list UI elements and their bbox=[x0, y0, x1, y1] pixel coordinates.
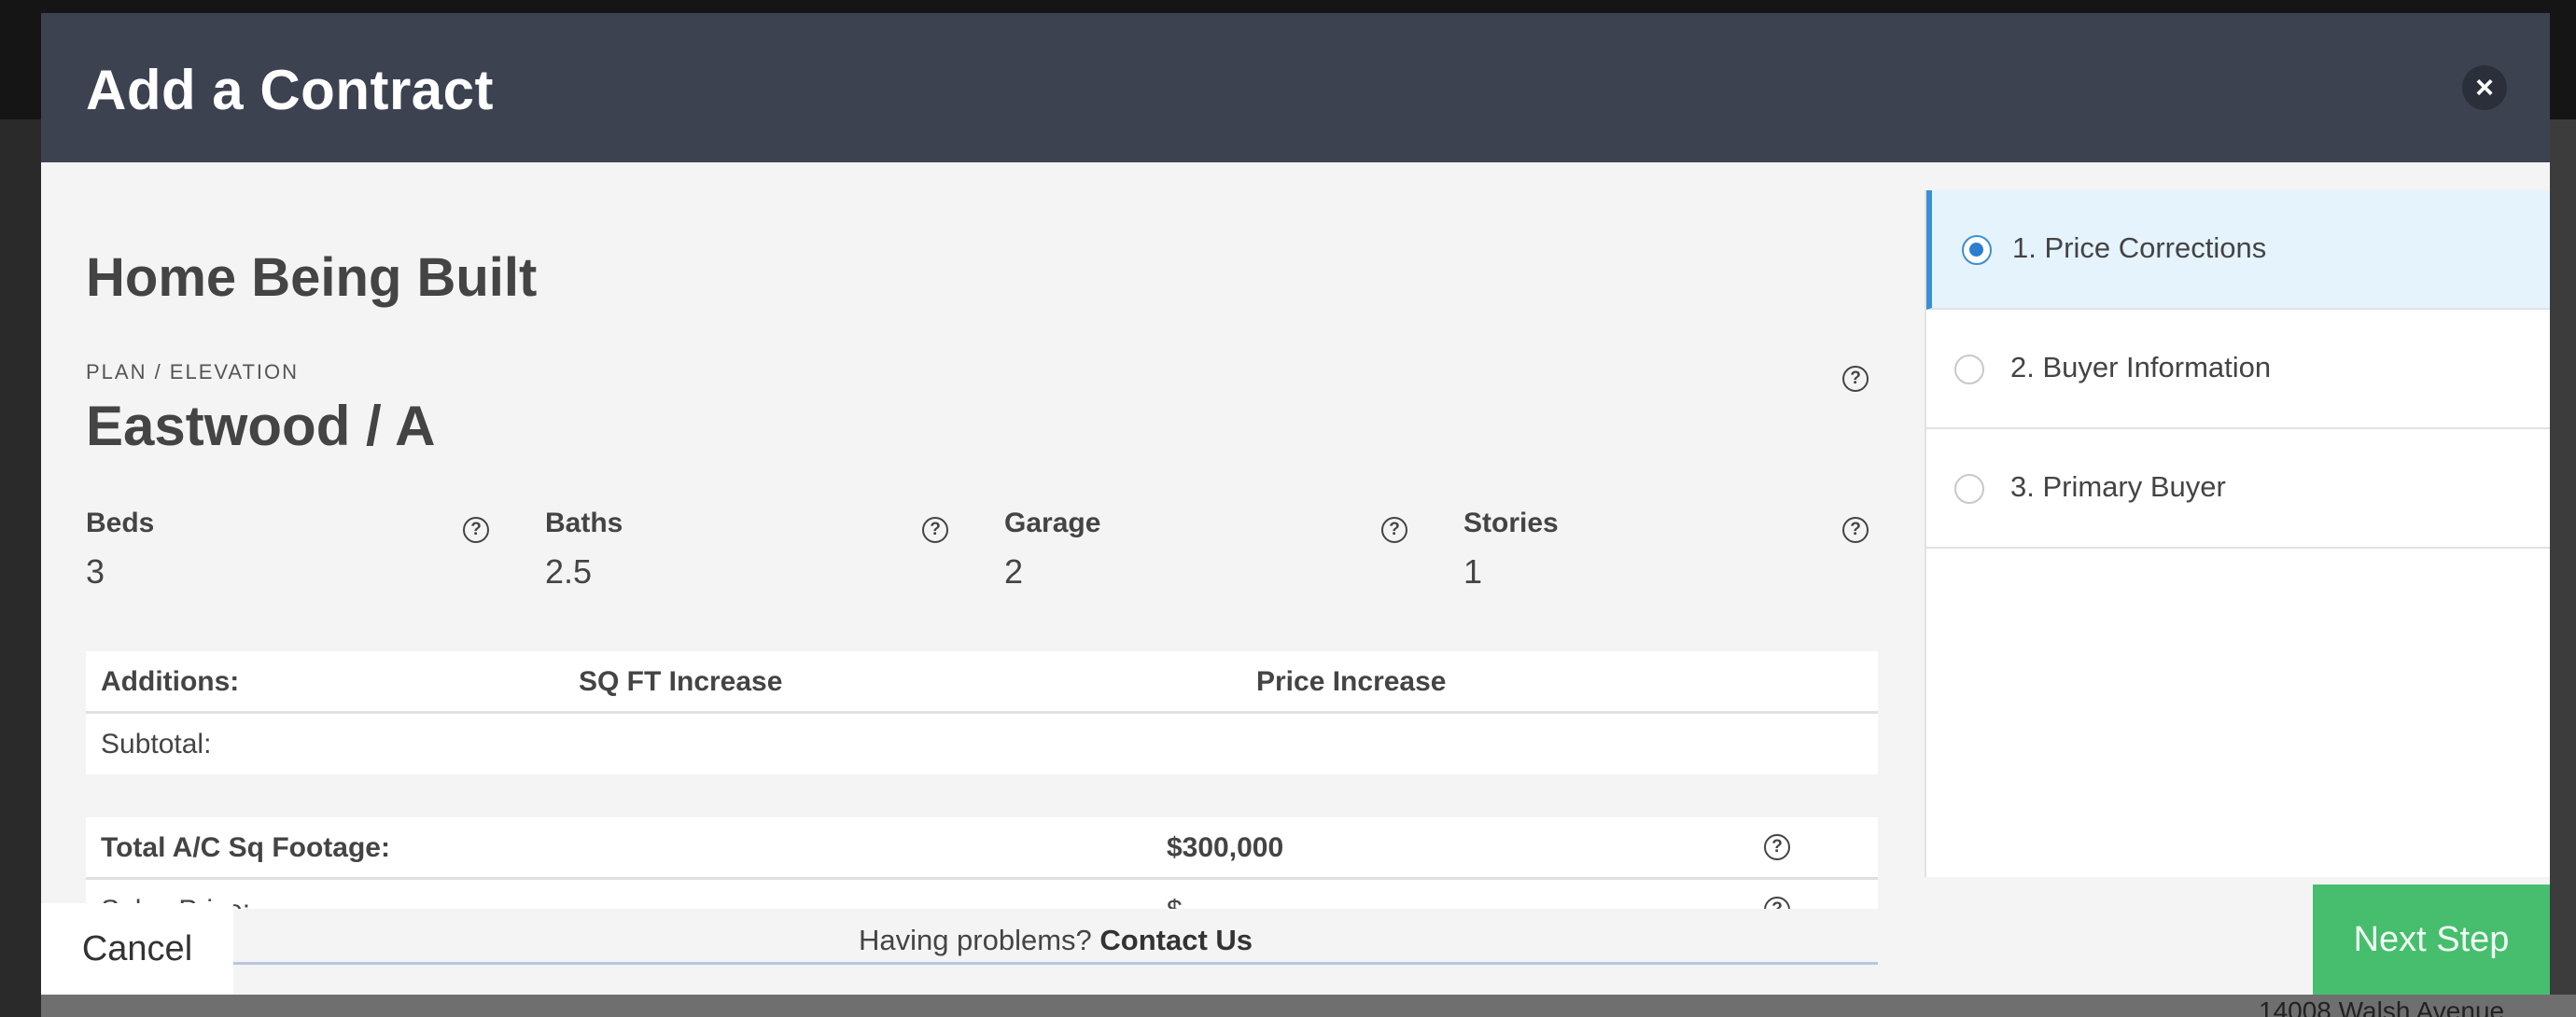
modal-footer: Cancel Having problems? Contact Us Next … bbox=[41, 885, 2550, 995]
spec-label: Garage bbox=[1004, 508, 1101, 538]
modal-header: Add a Contract × bbox=[41, 13, 2550, 162]
additions-table: Additions: SQ FT Increase Price Increase… bbox=[86, 651, 1878, 774]
plan-elevation-value: Eastwood / A bbox=[86, 395, 436, 457]
spec-value: 1 bbox=[1463, 552, 1483, 591]
spec-label: Stories bbox=[1463, 508, 1559, 538]
add-contract-modal: Add a Contract × Home Being Built PLAN /… bbox=[41, 13, 2550, 995]
plan-elevation-label: PLAN / ELEVATION bbox=[86, 360, 300, 383]
step-price-corrections[interactable]: 1. Price Corrections bbox=[1926, 190, 2550, 310]
background-right-panel bbox=[2550, 119, 2576, 1017]
section-title: Home Being Built bbox=[86, 247, 538, 308]
help-icon[interactable]: ? bbox=[1842, 366, 1869, 392]
contract-form: Home Being Built PLAN / ELEVATION ? East… bbox=[41, 162, 1923, 909]
next-step-button[interactable]: Next Step bbox=[2313, 885, 2550, 995]
spec-value: 2.5 bbox=[545, 552, 593, 591]
table-row: Subtotal: bbox=[86, 714, 1878, 773]
subtotal-label: Subtotal: bbox=[101, 729, 212, 759]
background-address: 14008 Walsh Avenue bbox=[2259, 996, 2505, 1017]
step-label: 1. Price Corrections bbox=[2012, 231, 2267, 264]
step-label: 2. Buyer Information bbox=[2010, 351, 2272, 383]
spec-value: 3 bbox=[86, 552, 105, 591]
table-row: Total A/C Sq Footage: $300,000 ? bbox=[86, 817, 1878, 877]
help-icon[interactable]: ? bbox=[1381, 517, 1407, 543]
column-header-price-increase: Price Increase bbox=[1256, 666, 1447, 697]
total-sqft-label: Total A/C Sq Footage: bbox=[101, 832, 390, 863]
spec-label: Beds bbox=[86, 508, 155, 538]
help-text: Having problems? bbox=[858, 924, 1100, 956]
spec-stories: Stories 1 bbox=[1463, 508, 1874, 592]
help-icon[interactable]: ? bbox=[463, 517, 489, 543]
spec-value: 2 bbox=[1004, 552, 1024, 591]
step-radio[interactable] bbox=[1954, 355, 1984, 384]
spec-beds: Beds 3 bbox=[86, 508, 497, 592]
totals-table: Total A/C Sq Footage: $300,000 ? Sales P… bbox=[86, 817, 1878, 909]
help-bar: Having problems? Contact Us bbox=[233, 916, 1878, 965]
spec-garage: Garage 2 bbox=[1004, 508, 1415, 592]
help-icon[interactable]: ? bbox=[1842, 517, 1869, 543]
steps-panel: 1. Price Corrections 2. Buyer Informatio… bbox=[1925, 190, 2550, 877]
column-header-additions: Additions: bbox=[101, 666, 240, 697]
background-bottom-strip bbox=[41, 995, 2576, 1017]
step-buyer-information[interactable]: 2. Buyer Information bbox=[1926, 310, 2550, 429]
column-header-sqft-increase: SQ FT Increase bbox=[579, 666, 783, 697]
contact-us-link[interactable]: Contact Us bbox=[1099, 924, 1253, 956]
cancel-button[interactable]: Cancel bbox=[41, 903, 233, 995]
background-sidebar bbox=[0, 119, 41, 1017]
spec-label: Baths bbox=[545, 508, 623, 538]
help-icon[interactable]: ? bbox=[922, 517, 948, 543]
step-label: 3. Primary Buyer bbox=[2010, 470, 2226, 503]
close-icon: × bbox=[2475, 70, 2494, 105]
modal-title: Add a Contract bbox=[86, 59, 495, 121]
table-header-row: Additions: SQ FT Increase Price Increase bbox=[86, 651, 1878, 711]
spec-baths: Baths 2.5 bbox=[545, 508, 956, 592]
step-radio[interactable] bbox=[1962, 235, 1992, 265]
total-sqft-value: $300,000 bbox=[1167, 832, 1284, 863]
close-button[interactable]: × bbox=[2462, 65, 2507, 110]
step-primary-buyer[interactable]: 3. Primary Buyer bbox=[1926, 429, 2550, 549]
help-icon[interactable]: ? bbox=[1764, 834, 1790, 860]
step-radio[interactable] bbox=[1954, 474, 1984, 504]
